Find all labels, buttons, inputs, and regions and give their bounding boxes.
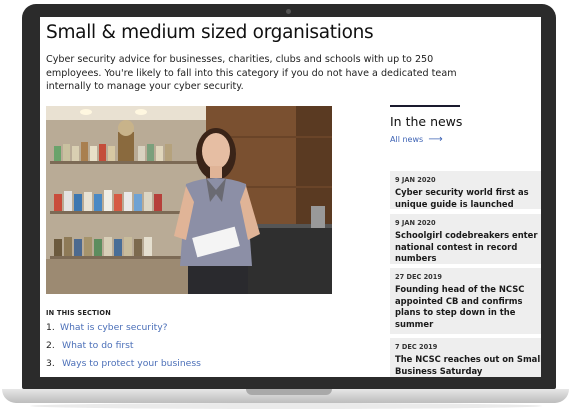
webcam-icon — [286, 9, 291, 14]
laptop-hinge-notch — [246, 389, 332, 395]
page-title: Small & medium sized organisations — [46, 22, 374, 43]
arrow-right-icon: ⟶ — [425, 134, 443, 145]
news-headline: Cyber security world first as unique gui… — [395, 187, 529, 209]
section-link-what-to-do-first[interactable]: What to do first — [62, 340, 134, 351]
page-intro: Cyber security advice for businesses, ch… — [46, 54, 457, 93]
news-date: 9 JAN 2020 — [395, 219, 436, 227]
section-nav-number: 2. — [46, 340, 55, 351]
news-date: 27 DEC 2019 — [395, 273, 442, 281]
all-news-label: All news — [390, 135, 424, 144]
shop-owner-photo — [46, 106, 332, 294]
laptop-shadow — [30, 403, 542, 409]
laptop-screen: Small & medium sized organisations Cyber… — [40, 17, 541, 377]
news-headline: The NCSC reaches out on Small Business S… — [395, 354, 541, 376]
hero-image — [46, 106, 332, 294]
section-label: IN THIS SECTION — [46, 309, 111, 317]
section-link-ways-to-protect[interactable]: Ways to protect your business — [62, 358, 201, 369]
news-card[interactable]: 9 JAN 2020 Cyber security world first as… — [390, 171, 541, 209]
news-date: 9 JAN 2020 — [395, 176, 436, 184]
news-date: 7 DEC 2019 — [395, 343, 438, 351]
news-headline: Schoolgirl codebreakers enter national c… — [395, 230, 538, 264]
news-divider — [390, 105, 460, 107]
section-nav-number: 3. — [46, 358, 55, 369]
news-heading: In the news — [390, 114, 463, 129]
news-card[interactable]: 27 DEC 2019 Founding head of the NCSC ap… — [390, 268, 541, 334]
news-card[interactable]: 9 JAN 2020 Schoolgirl codebreakers enter… — [390, 214, 541, 264]
news-card[interactable]: 7 DEC 2019 The NCSC reaches out on Small… — [390, 338, 541, 377]
all-news-link[interactable]: All news ⟶ — [390, 134, 443, 145]
section-link-what-is-cyber-security[interactable]: What is cyber security? — [60, 322, 168, 333]
section-nav-number: 1. — [46, 322, 55, 333]
news-headline: Founding head of the NCSC appointed CB a… — [395, 284, 525, 329]
